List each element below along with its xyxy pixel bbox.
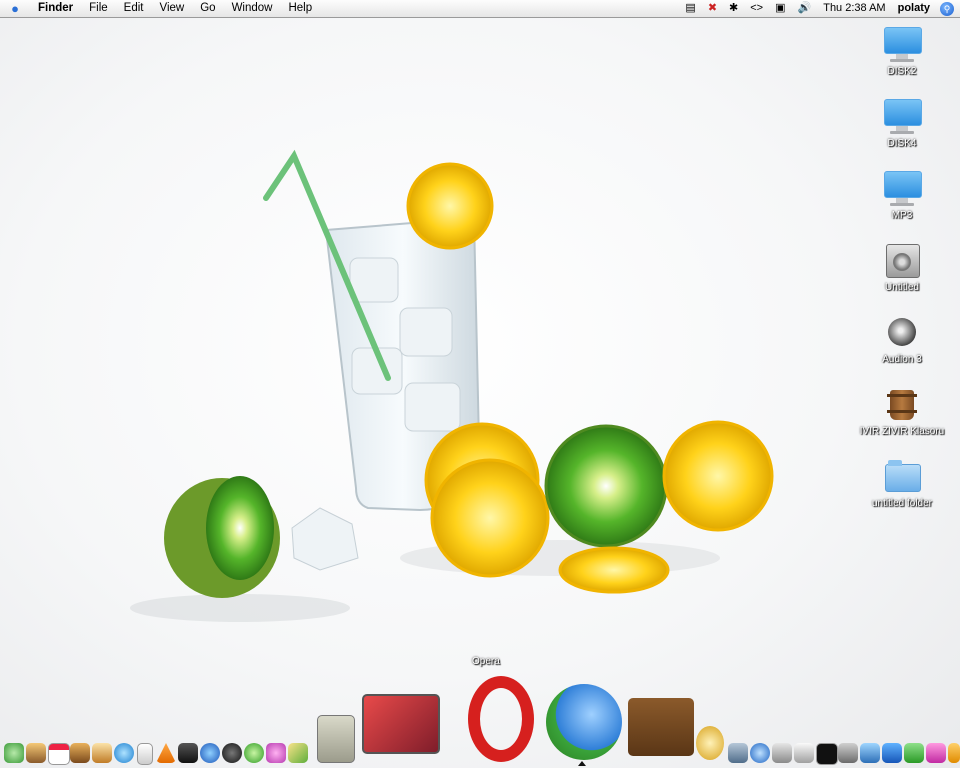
app-u-icon[interactable]: [904, 743, 924, 763]
ipod-icon[interactable]: [137, 743, 153, 765]
speaker-icon: [882, 312, 922, 352]
network-icon[interactable]: <>: [744, 0, 769, 17]
desktop-icon-audion[interactable]: Audion 3: [857, 312, 947, 365]
vlc-icon[interactable]: [156, 743, 176, 763]
messenger-icon[interactable]: [546, 684, 622, 760]
globe-icon[interactable]: [200, 743, 220, 763]
ie-icon[interactable]: [750, 743, 770, 763]
calculator-icon[interactable]: [317, 715, 355, 763]
garageband-icon[interactable]: [70, 743, 90, 763]
folder-icon: [882, 456, 922, 496]
desktop-icon-ivir-zivir[interactable]: IVIR ZIVIR Klasoru: [857, 384, 947, 437]
imovie-icon[interactable]: [178, 743, 198, 763]
desktop-icon-label: MP3: [891, 210, 913, 221]
display-icon[interactable]: ▣: [769, 0, 791, 17]
system-tools-icon[interactable]: [362, 694, 440, 754]
bluetooth-icon[interactable]: ✱: [723, 0, 744, 17]
script-menu-icon[interactable]: ▤: [679, 0, 701, 17]
ical-icon[interactable]: [48, 743, 70, 765]
menu-help[interactable]: Help: [280, 0, 320, 17]
menu-app-finder[interactable]: Finder: [30, 0, 81, 17]
desktop-icon-disk2[interactable]: DISK2: [857, 24, 947, 77]
desktop-icon-label: Audion 3: [882, 354, 922, 365]
menu-file[interactable]: File: [81, 0, 116, 17]
itunes-icon[interactable]: [4, 743, 24, 763]
desktop-icon-mp3[interactable]: MP3: [857, 168, 947, 221]
desktop-icon-label: DISK2: [887, 66, 917, 77]
spotlight-search-icon[interactable]: ⚲: [940, 1, 954, 16]
monitor-icon: [882, 96, 922, 136]
pencil-icon[interactable]: [288, 743, 308, 763]
menu-window[interactable]: Window: [224, 0, 281, 17]
dreamweaver-icon[interactable]: [244, 743, 264, 763]
menu-view[interactable]: View: [152, 0, 193, 17]
menu-extras: ▤ ✖ ✱ <> ▣ 🔊 Thu 2:38 AM polaty ⚲: [679, 0, 960, 17]
news-icon[interactable]: [728, 743, 748, 763]
app-p-icon[interactable]: [926, 743, 946, 763]
dock-hover-label: Opera: [472, 656, 500, 667]
network-utility-icon[interactable]: [860, 743, 880, 763]
stuffit-icon[interactable]: [628, 698, 694, 756]
desktop-icon-disk4[interactable]: DISK4: [857, 96, 947, 149]
iphoto-icon[interactable]: [26, 743, 46, 763]
menu-go[interactable]: Go: [192, 0, 223, 17]
wings-icon[interactable]: [696, 726, 724, 760]
camera-icon[interactable]: [222, 743, 242, 763]
running-indicator: [578, 761, 586, 766]
desktop-icon-label: IVIR ZIVIR Klasoru: [859, 426, 945, 437]
bucket-icon: [882, 384, 922, 424]
script-editor-icon[interactable]: [838, 743, 858, 763]
desktop-icon-label: DISK4: [887, 138, 917, 149]
monitor-icon: [882, 168, 922, 208]
desktop-icon-label: untitled folder: [871, 498, 933, 509]
apple-menu-icon[interactable]: ●: [0, 1, 30, 16]
monitor-icon: [882, 24, 922, 64]
opera-icon[interactable]: [468, 676, 534, 762]
preview-icon[interactable]: [92, 743, 112, 763]
butterfly-icon[interactable]: [266, 743, 286, 763]
hard-drive-icon: [882, 240, 922, 280]
menu-edit[interactable]: Edit: [116, 0, 152, 17]
app-c-icon[interactable]: [948, 743, 960, 763]
menu-bar: ● Finder File Edit View Go Window Help ▤…: [0, 0, 960, 18]
app-w-icon[interactable]: [882, 743, 902, 763]
printer-icon[interactable]: [794, 743, 814, 763]
volume-icon[interactable]: 🔊: [792, 0, 818, 17]
desktop-icon-label: Untitled: [885, 282, 919, 293]
quicktime-icon[interactable]: [114, 743, 134, 763]
menu-clock[interactable]: Thu 2:38 AM: [817, 0, 891, 17]
desktop-icon-untitled-folder[interactable]: untitled folder: [857, 456, 947, 509]
menu-user[interactable]: polaty: [892, 0, 936, 17]
sync-icon[interactable]: ✖: [702, 0, 723, 17]
dock: [0, 676, 960, 768]
terminal-icon[interactable]: [816, 743, 838, 765]
desktop-icon-untitled[interactable]: Untitled: [857, 240, 947, 293]
remote-desktop-icon[interactable]: [772, 743, 792, 763]
